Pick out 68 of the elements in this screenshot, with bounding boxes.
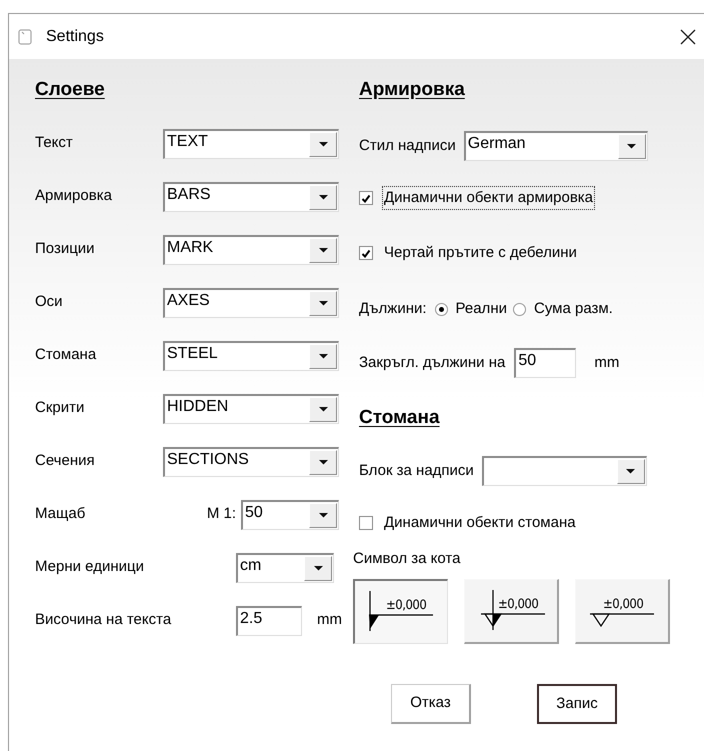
dropdown[interactable]: STEEL bbox=[163, 340, 339, 370]
field-label: Текст bbox=[35, 133, 74, 154]
dropdown-arrow-icon bbox=[626, 469, 636, 474]
checkbox[interactable] bbox=[359, 516, 373, 530]
checkbox-label[interactable]: Динамични обекти армировка bbox=[382, 186, 596, 210]
dropdown[interactable] bbox=[482, 456, 647, 486]
dropdown[interactable]: SECTIONS bbox=[163, 446, 339, 476]
level-symbol-button[interactable]: ±0,000 bbox=[464, 579, 559, 644]
check-icon bbox=[361, 194, 371, 202]
dropdown[interactable]: 50 bbox=[241, 500, 339, 530]
unit-label: mm bbox=[317, 610, 342, 630]
field-label: Сечения bbox=[35, 451, 96, 472]
dropdown[interactable]: MARK bbox=[163, 234, 339, 264]
dropdown-arrow-icon bbox=[627, 144, 636, 149]
level-symbol-button[interactable]: ±0,000 bbox=[575, 579, 670, 644]
level-symbol-button[interactable]: ±0,000 bbox=[353, 579, 448, 644]
dialog-button[interactable]: Запис bbox=[537, 684, 617, 724]
field-label: Позиции bbox=[35, 239, 96, 260]
field-label: Мерни единици bbox=[35, 557, 145, 578]
input-field[interactable]: 2.5 bbox=[236, 606, 302, 636]
radio-label[interactable]: Реални bbox=[456, 298, 507, 320]
field-label: Мащаб bbox=[35, 504, 86, 524]
dropdown-arrow-icon bbox=[318, 460, 328, 464]
field-label: Стил надписи bbox=[359, 136, 456, 156]
check-icon bbox=[361, 248, 371, 258]
field-label: Закръгл. дължини на bbox=[359, 352, 506, 373]
dropdown-arrow-icon bbox=[318, 248, 328, 252]
input-field[interactable]: 50 bbox=[514, 348, 576, 378]
dropdown[interactable]: cm bbox=[236, 552, 334, 582]
dropdown-arrow-icon bbox=[318, 194, 328, 200]
field-label: Блок за надписи bbox=[359, 460, 474, 481]
radio-button[interactable] bbox=[512, 302, 526, 316]
level-marker-icon bbox=[590, 613, 654, 627]
dropdown[interactable]: AXES bbox=[163, 288, 339, 318]
unit-label: mm bbox=[594, 352, 620, 373]
scale-prefix: M 1: bbox=[206, 504, 236, 524]
field-label: Дължини: bbox=[359, 298, 427, 319]
dropdown-arrow-icon bbox=[318, 406, 328, 412]
dropdown-arrow-icon bbox=[314, 566, 322, 570]
dialog-button[interactable]: Отказ bbox=[391, 684, 471, 724]
window-icon bbox=[18, 28, 32, 44]
dropdown[interactable]: BARS bbox=[163, 182, 339, 212]
field-label: Стомана bbox=[35, 345, 98, 366]
checkbox[interactable] bbox=[359, 246, 373, 260]
checkbox-label[interactable]: Чертай прътите с дебелини bbox=[382, 240, 579, 266]
section-heading: Стомана bbox=[359, 406, 440, 430]
close-icon[interactable] bbox=[680, 28, 696, 44]
group-label: Символ за кота bbox=[353, 548, 460, 569]
section-heading: Армировка bbox=[359, 78, 465, 102]
radio-label[interactable]: Сума разм. bbox=[534, 298, 613, 320]
field-label: Армировка bbox=[35, 186, 113, 206]
dropdown-arrow-icon bbox=[318, 142, 328, 146]
level-marker-icon bbox=[481, 590, 545, 630]
section-heading: Слоеве bbox=[35, 78, 105, 102]
checkbox[interactable] bbox=[359, 191, 373, 205]
dropdown[interactable]: German bbox=[464, 131, 648, 161]
field-label: Оси bbox=[35, 292, 64, 312]
level-marker-icon bbox=[369, 591, 433, 631]
radio-button[interactable] bbox=[434, 302, 448, 316]
checkbox-label[interactable]: Динамични обекти стомана bbox=[382, 510, 578, 536]
dropdown-arrow-icon bbox=[318, 300, 328, 306]
dropdown[interactable]: TEXT bbox=[163, 128, 339, 158]
dropdown-arrow-icon bbox=[318, 354, 328, 358]
field-label: Височина на текста bbox=[35, 610, 172, 630]
dropdown-arrow-icon bbox=[318, 512, 328, 518]
field-label: Скрити bbox=[35, 398, 86, 418]
window-title: Settings bbox=[46, 26, 104, 46]
dropdown[interactable]: HIDDEN bbox=[163, 394, 339, 424]
